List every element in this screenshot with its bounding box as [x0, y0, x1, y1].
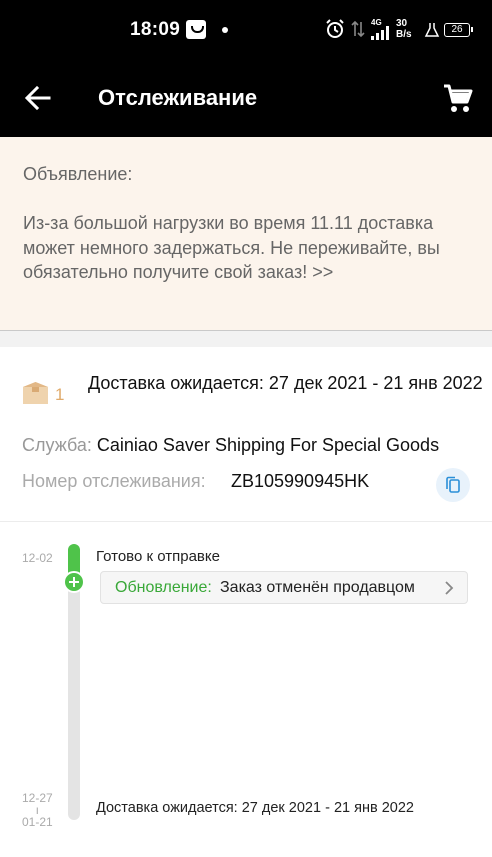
- chevron-right-icon: [445, 581, 454, 595]
- timeline-node-plus-icon: [63, 571, 85, 593]
- tracking-label: Номер отслеживания:: [22, 471, 206, 491]
- announcement-banner[interactable]: Объявление: Из-за большой нагрузки во вр…: [0, 137, 492, 331]
- status-bar: 18:09 4G 30 B/s 26: [0, 0, 492, 58]
- speed-value: 30: [396, 18, 408, 29]
- cart-icon[interactable]: [442, 82, 474, 114]
- delivery-info-card: 1 Доставка ожидается: 27 дек 2021 - 21 я…: [0, 347, 492, 522]
- status-time: 18:09: [130, 19, 181, 40]
- app-bar: Отслеживание: [0, 58, 492, 137]
- speed-unit: B/s: [396, 29, 412, 40]
- expected-delivery-footer: Доставка ожидается: 27 дек 2021 - 21 янв…: [96, 800, 414, 816]
- copy-icon: [446, 476, 460, 493]
- announcement-text: Из-за большой нагрузки во время 11.11 до…: [23, 213, 440, 282]
- range-end: 01-21: [22, 815, 53, 829]
- tracking-number: ZB105990945HK: [231, 471, 370, 491]
- service-label: Служба:: [22, 435, 92, 455]
- service-value: Cainiao Saver Shipping For Special Goods: [96, 435, 440, 455]
- lab-flask-icon: [424, 23, 440, 37]
- service-row: Служба: Cainiao Saver Shipping For Speci…: [22, 435, 439, 456]
- update-text: Заказ отменён продавцом: [220, 579, 415, 596]
- network-speed: 30 B/s: [396, 18, 412, 40]
- section-divider: [0, 331, 492, 347]
- delivery-date-range: 12-27 ı 01-21: [22, 792, 53, 828]
- signal-icon: [371, 26, 389, 40]
- package-icon: [23, 382, 48, 404]
- copy-tracking-button[interactable]: [436, 468, 470, 502]
- tracking-row: Номер отслеживания: ZB105990945HK: [22, 471, 369, 492]
- notification-dot-icon: [222, 27, 228, 33]
- event-date: 12-02: [22, 551, 53, 565]
- update-label: Обновление:: [115, 579, 212, 596]
- alarm-icon: [326, 19, 344, 38]
- data-transfer-icon: [351, 20, 365, 38]
- event-update-row[interactable]: Обновление: Заказ отменён продавцом: [100, 571, 468, 604]
- announcement-title: Объявление:: [23, 164, 133, 184]
- tracking-timeline: 12-02 Готово к отправке Обновление: Зака…: [0, 522, 492, 857]
- package-count: 1: [55, 385, 65, 404]
- page-title: Отслеживание: [98, 85, 258, 110]
- arrow-left-icon[interactable]: [24, 84, 52, 112]
- event-title: Готово к отправке: [96, 548, 220, 565]
- expected-delivery: Доставка ожидается: 27 дек 2021 - 21 янв…: [88, 373, 483, 393]
- battery-icon: 26: [444, 23, 473, 37]
- shop-notification-icon: [186, 20, 206, 39]
